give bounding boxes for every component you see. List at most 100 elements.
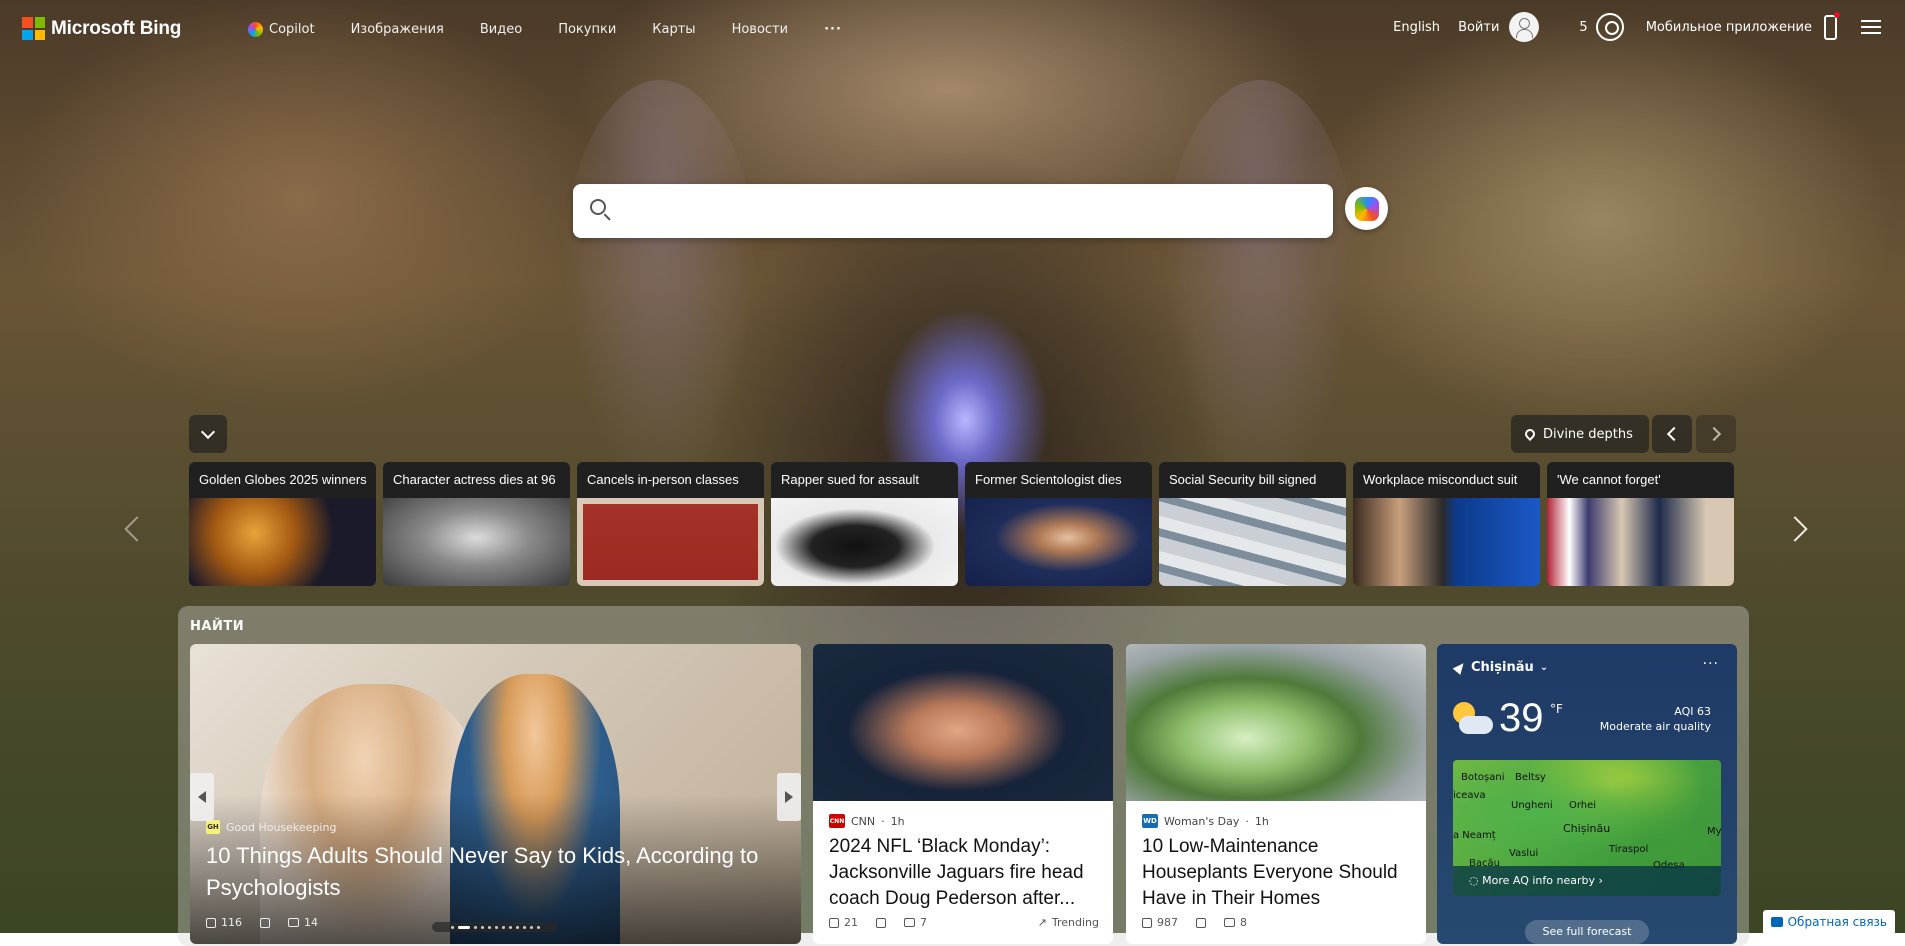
mobile-app-link[interactable]: Мобильное приложение (1646, 11, 1840, 40)
article-meta: 116 14 (206, 916, 318, 929)
sign-in-button[interactable]: Войти (1458, 12, 1540, 42)
aqi-info[interactable]: AQI 63 Moderate air quality (1600, 704, 1711, 734)
nav-shopping[interactable]: Покупки (558, 22, 616, 37)
aqi-icon: ◌ (1469, 874, 1483, 887)
search-input[interactable] (623, 184, 1317, 240)
weather-widget[interactable]: Chișinău ⌄ ··· 39 °F AQI 63 Moderate air… (1437, 644, 1737, 944)
image-info-button[interactable]: Divine depths (1511, 415, 1649, 453)
triangle-right-icon (785, 791, 793, 803)
partly-cloudy-night-icon (1451, 700, 1495, 740)
collapse-button[interactable] (189, 415, 227, 453)
article-title[interactable]: 10 Things Adults Should Never Say to Kid… (206, 840, 766, 904)
chevron-down-icon (200, 424, 216, 440)
trending-tile[interactable]: Character actress dies at 96 (383, 462, 570, 586)
location-pin-icon (1522, 426, 1538, 442)
language-link[interactable]: English (1393, 20, 1440, 35)
dislike-button[interactable] (1196, 916, 1206, 929)
comments-button[interactable]: 7 (904, 916, 927, 929)
nav-videos[interactable]: Видео (480, 22, 522, 37)
tile-image (577, 498, 764, 586)
trending-tile[interactable]: Workplace misconduct suit (1353, 462, 1540, 586)
avatar-icon (1509, 12, 1540, 42)
thumbs-down-icon (260, 917, 270, 928)
trending-tile[interactable]: Social Security bill signed (1159, 462, 1346, 586)
nav-images[interactable]: Изображения (351, 22, 444, 37)
comments-button[interactable]: 14 (288, 916, 318, 929)
arch-left (560, 80, 760, 500)
trending-tile[interactable]: Cancels in-person classes (577, 462, 764, 586)
trending-tile[interactable]: Golden Globes 2025 winners (189, 462, 376, 586)
weather-location[interactable]: Chișinău ⌄ (1452, 660, 1549, 675)
card-image (813, 644, 1113, 801)
feedback-button[interactable]: Обратная связь (1762, 910, 1895, 933)
feedback-icon (1770, 916, 1783, 927)
article-source: CNN CNN · 1h (829, 814, 905, 828)
rewards-count: 5 (1579, 19, 1588, 35)
tile-image (1353, 498, 1540, 586)
thumbs-up-icon (1142, 917, 1152, 928)
rewards-icon (1595, 13, 1624, 41)
next-image-button[interactable] (1696, 415, 1736, 453)
comment-icon (288, 918, 299, 927)
dislike-button[interactable] (260, 916, 270, 929)
trending-tile[interactable]: 'We cannot forget' (1547, 462, 1734, 586)
top-nav: Microsoft Bing Copilot Изображения Видео… (0, 0, 1905, 60)
hero-next-button[interactable] (777, 773, 801, 821)
search-box (573, 184, 1333, 240)
triangle-left-icon (198, 791, 206, 803)
weather-temperature: 39 (1499, 696, 1544, 740)
like-button[interactable]: 987 (1142, 916, 1178, 929)
tile-image (1159, 498, 1346, 586)
weather-more-icon[interactable]: ··· (1703, 656, 1719, 672)
hero-pagination[interactable] (432, 922, 558, 932)
comment-icon (904, 918, 915, 927)
dislike-button[interactable] (876, 916, 886, 929)
article-title[interactable]: 2024 NFL ‘Black Monday’: Jacksonville Ja… (829, 834, 1099, 912)
nav-copilot[interactable]: Copilot (248, 22, 315, 37)
tile-image (383, 498, 570, 586)
search-icon[interactable] (590, 199, 606, 215)
aqi-map[interactable]: Botoșani Beltsy iceava Ungheni Orhei Chi… (1453, 760, 1721, 896)
trending-tiles: Golden Globes 2025 winners Character act… (189, 462, 1734, 586)
phone-icon (1824, 11, 1840, 40)
nav-links: Copilot Изображения Видео Покупки Карты … (248, 22, 878, 37)
more-aq-link[interactable]: ◌ More AQ info nearby › (1453, 866, 1721, 896)
location-arrow-icon (1452, 660, 1468, 675)
comments-button[interactable]: 8 (1224, 916, 1247, 929)
article-title[interactable]: 10 Low-Maintenance Houseplants Everyone … (1142, 834, 1412, 912)
comment-icon (1224, 918, 1235, 927)
article-meta: 21 7 ↗ Trending (829, 916, 1099, 929)
news-card[interactable]: CNN CNN · 1h 2024 NFL ‘Black Monday’: Jac… (813, 644, 1113, 944)
brand-name: Microsoft Bing (51, 17, 182, 39)
rewards-button[interactable]: 5 (1579, 13, 1624, 41)
trending-tile[interactable]: Former Scientologist dies (965, 462, 1152, 586)
weather-unit[interactable]: °F (1550, 702, 1563, 716)
prev-image-button[interactable] (1652, 415, 1692, 453)
like-button[interactable]: 116 (206, 916, 242, 929)
nav-maps[interactable]: Карты (652, 22, 695, 37)
full-forecast-button[interactable]: See full forecast (1525, 920, 1649, 944)
hero-article[interactable]: GH Good Housekeeping 10 Things Adults Sh… (190, 644, 801, 944)
trending-tile[interactable]: Rapper sued for assault (771, 462, 958, 586)
copilot-icon (1354, 196, 1379, 221)
nav-more[interactable]: ··· (824, 22, 842, 37)
bing-logo[interactable]: Microsoft Bing (22, 17, 181, 40)
chevron-down-icon: ⌄ (1539, 662, 1549, 673)
nav-news[interactable]: Новости (732, 22, 789, 37)
trending-tag: ↗ Trending (1037, 916, 1099, 929)
tile-image (965, 498, 1152, 586)
cnn-logo-icon: CNN (829, 814, 845, 828)
thumbs-up-icon (206, 917, 216, 928)
hero-prev-button[interactable] (190, 773, 214, 821)
news-card[interactable]: WD Woman's Day · 1h 10 Low-Maintenance Ho… (1126, 644, 1426, 944)
copilot-button[interactable] (1345, 187, 1388, 230)
image-location-label: Divine depths (1543, 426, 1633, 442)
copilot-icon (248, 22, 263, 37)
like-button[interactable]: 21 (829, 916, 858, 929)
article-source: GH Good Housekeeping (206, 820, 337, 834)
thumbs-down-icon (876, 917, 886, 928)
card-image (1126, 644, 1426, 801)
trending-arrow-icon: ↗ (1037, 916, 1047, 929)
notification-dot (1834, 11, 1840, 18)
hamburger-menu-icon[interactable] (1861, 20, 1881, 34)
